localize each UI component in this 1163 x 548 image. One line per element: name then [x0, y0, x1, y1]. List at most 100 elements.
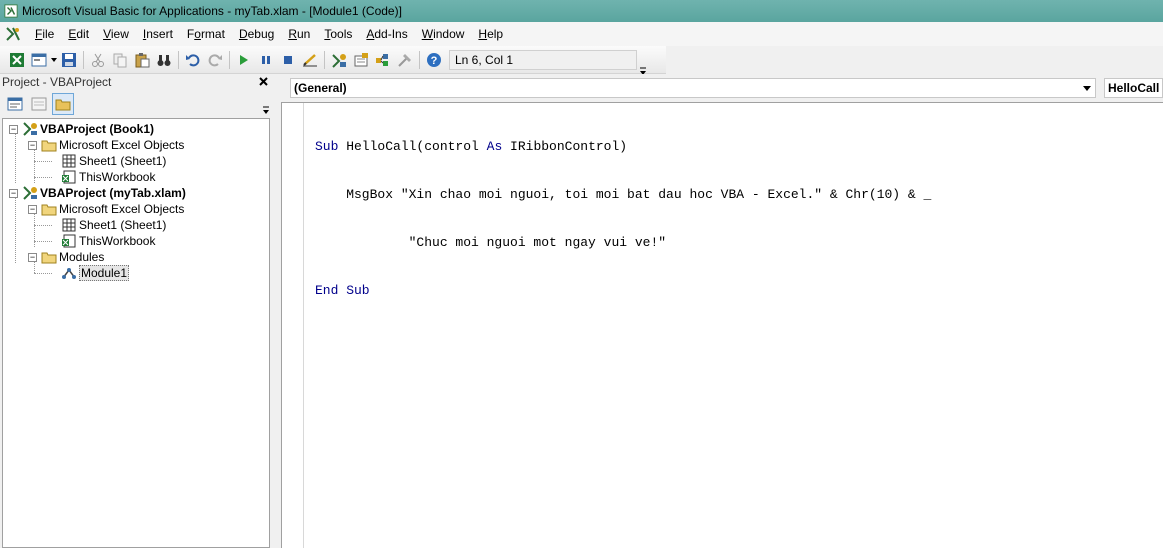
menu-file[interactable]: File: [28, 22, 61, 46]
save-icon: [62, 52, 76, 67]
properties-icon: [354, 52, 368, 66]
collapse-toggle[interactable]: −: [9, 188, 18, 198]
find-button[interactable]: [153, 49, 175, 71]
view-code-button[interactable]: [4, 93, 26, 115]
tree-label: Microsoft Excel Objects: [59, 202, 185, 216]
tree-node-sheet1[interactable]: Sheet1 (Sheet1): [61, 153, 166, 169]
collapse-toggle[interactable]: −: [28, 252, 37, 262]
tree-label: Sheet1 (Sheet1): [79, 154, 167, 168]
tree-label: ThisWorkbook: [79, 234, 156, 248]
menu-insert[interactable]: Insert: [136, 22, 180, 46]
excel-icon: [10, 52, 24, 67]
design-mode-button[interactable]: [299, 49, 321, 71]
tree-label: Microsoft Excel Objects: [59, 138, 185, 152]
worksheet-icon: [62, 154, 76, 168]
menu-view-accel: V: [103, 27, 111, 41]
chevron-down-icon[interactable]: [1083, 86, 1091, 91]
copy-icon: [113, 53, 127, 67]
pause-icon: [262, 55, 270, 64]
collapse-toggle[interactable]: −: [28, 140, 37, 150]
toolbox-button[interactable]: [394, 49, 416, 71]
tree-node-project-mytab[interactable]: − VBAProject (myTab.xlam): [9, 185, 186, 201]
project-explorer-button[interactable]: [328, 49, 350, 71]
reset-button[interactable]: [277, 49, 299, 71]
menu-file-label: ile: [42, 27, 55, 41]
tree-connector: [34, 225, 52, 226]
code-line: Sub HelloCall(control As IRibbonControl): [315, 139, 931, 155]
procedure-dropdown[interactable]: HelloCall: [1104, 78, 1163, 98]
help-button[interactable]: ?: [423, 49, 445, 71]
menu-add-ins[interactable]: Add-Ins: [359, 22, 414, 46]
pane-splitter[interactable]: [272, 74, 280, 548]
view-object-button[interactable]: [28, 93, 50, 115]
toolbar-grip-icon[interactable]: [638, 51, 648, 77]
menu-format[interactable]: Format: [180, 22, 232, 46]
menu-window-label: indow: [433, 27, 465, 41]
tree-label: VBAProject (myTab.xlam): [40, 186, 186, 200]
menu-run-accel: R: [288, 27, 297, 41]
tree-node-excel-objects[interactable]: − Microsoft Excel Objects: [28, 201, 184, 217]
vba-project-icon: [23, 122, 37, 136]
tree-node-excel-objects[interactable]: − Microsoft Excel Objects: [28, 137, 184, 153]
save-button[interactable]: [58, 49, 80, 71]
tree-node-module1[interactable]: Module1: [61, 265, 130, 281]
tree-node-thisworkbook[interactable]: ThisWorkbook: [61, 169, 155, 185]
object-browser-button[interactable]: [372, 49, 394, 71]
view-code-icon: [7, 97, 23, 111]
menu-format-label: rmat: [200, 27, 225, 41]
project-tree: − VBAProject (Book1) − Microsoft Excel O…: [2, 118, 270, 548]
cut-button[interactable]: [87, 49, 109, 71]
properties-window-button[interactable]: [350, 49, 372, 71]
view-excel-button[interactable]: [6, 49, 28, 71]
tree-connector: [15, 133, 16, 183]
menu-add-ins-label: dd-Ins: [374, 27, 408, 41]
tree-node-sheet1[interactable]: Sheet1 (Sheet1): [61, 217, 166, 233]
open-folder-icon: [41, 252, 57, 264]
code-text[interactable]: Sub HelloCall(control As IRibbonControl)…: [315, 107, 931, 331]
copy-button[interactable]: [109, 49, 131, 71]
menu-debug[interactable]: Debug: [232, 22, 281, 46]
menu-window[interactable]: Window: [415, 22, 472, 46]
redo-icon: [208, 53, 222, 66]
cursor-position-box: Ln 6, Col 1: [449, 49, 646, 75]
menu-tools-label: ools: [330, 27, 353, 41]
tree-node-modules[interactable]: − Modules: [28, 249, 104, 265]
standard-toolbar: ? Ln 6, Col 1: [0, 46, 666, 75]
project-pane-close-button[interactable]: [256, 74, 270, 90]
menu-tools[interactable]: Tools: [317, 22, 359, 46]
code-text-segment: IRibbonControl): [502, 139, 628, 154]
insert-userform-button[interactable]: [28, 49, 50, 71]
object-dropdown-value: (General): [294, 81, 347, 95]
menu-help-label: elp: [487, 27, 504, 41]
menu-view[interactable]: View: [96, 22, 136, 46]
object-dropdown[interactable]: (General): [290, 78, 1096, 98]
vba-menu-icon[interactable]: [4, 25, 22, 43]
project-pane-toolbar: [0, 90, 272, 118]
collapse-toggle[interactable]: −: [28, 204, 37, 214]
menu-run[interactable]: Run: [281, 22, 317, 46]
toggle-folders-button[interactable]: [52, 93, 74, 115]
tree-node-project-book1[interactable]: − VBAProject (Book1): [9, 121, 154, 137]
break-button[interactable]: [255, 49, 277, 71]
vba-app-icon: [4, 4, 18, 18]
undo-button[interactable]: [182, 49, 204, 71]
workbook-icon: [62, 170, 76, 184]
run-button[interactable]: [233, 49, 255, 71]
paste-button[interactable]: [131, 49, 153, 71]
paste-icon: [135, 52, 150, 67]
procedure-dropdown-value: HelloCall: [1108, 81, 1160, 95]
toolbar-separator: [229, 50, 230, 69]
project-pane-title: Project - VBAProject: [2, 75, 112, 89]
help-icon: ?: [427, 52, 441, 67]
tree-node-thisworkbook[interactable]: ThisWorkbook: [61, 233, 155, 249]
code-margin-indicator-bar[interactable]: [282, 103, 304, 548]
insert-dropdown[interactable]: [50, 49, 58, 71]
code-editor[interactable]: Sub HelloCall(control As IRibbonControl)…: [281, 102, 1163, 548]
tree-label: ThisWorkbook: [79, 170, 156, 184]
collapse-toggle[interactable]: −: [9, 124, 18, 134]
menu-edit[interactable]: Edit: [61, 22, 96, 46]
redo-button[interactable]: [204, 49, 226, 71]
menu-help[interactable]: Help: [471, 22, 510, 46]
toolbar-grip-icon[interactable]: [262, 96, 270, 116]
toolbar-separator: [419, 50, 420, 69]
